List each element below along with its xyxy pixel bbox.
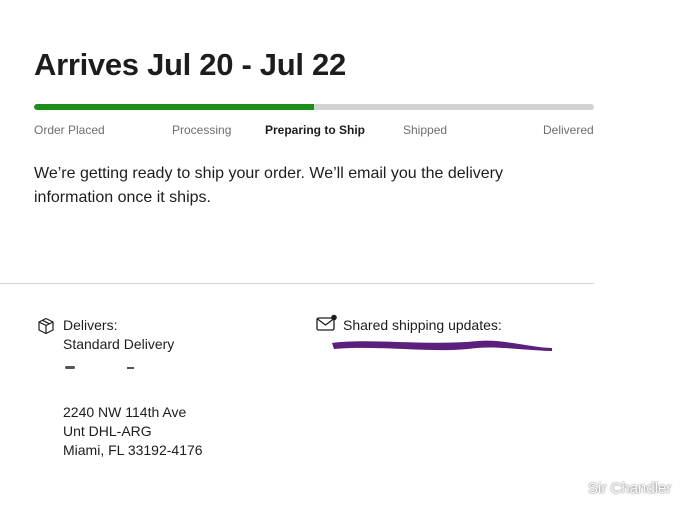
progress-track	[34, 104, 594, 110]
envelope-icon	[316, 314, 338, 337]
section-divider	[0, 283, 594, 284]
step-delivered: Delivered	[543, 123, 594, 137]
cropped-text-line	[63, 366, 143, 372]
status-message: We’re getting ready to ship your order. …	[34, 165, 503, 206]
step-order-placed: Order Placed	[34, 123, 105, 137]
address-line-1: 2240 NW 114th Ave	[63, 404, 187, 420]
progress-fill	[34, 104, 314, 110]
redaction-mark	[332, 340, 552, 351]
step-processing: Processing	[172, 123, 232, 137]
shipping-updates-label: Shared shipping updates:	[343, 317, 502, 333]
delivery-method: Standard Delivery	[63, 336, 175, 352]
step-shipped: Shipped	[403, 123, 448, 137]
watermark: Sir Chandler	[588, 480, 672, 497]
address-line-3: Miami, FL 33192-4176	[63, 442, 203, 458]
package-icon	[37, 317, 55, 340]
step-preparing-to-ship: Preparing to Ship	[265, 123, 366, 137]
page-title: Arrives Jul 20 - Jul 22	[34, 47, 346, 82]
address-line-2: Unt DHL-ARG	[63, 423, 152, 439]
delivers-label: Delivers:	[63, 317, 118, 333]
